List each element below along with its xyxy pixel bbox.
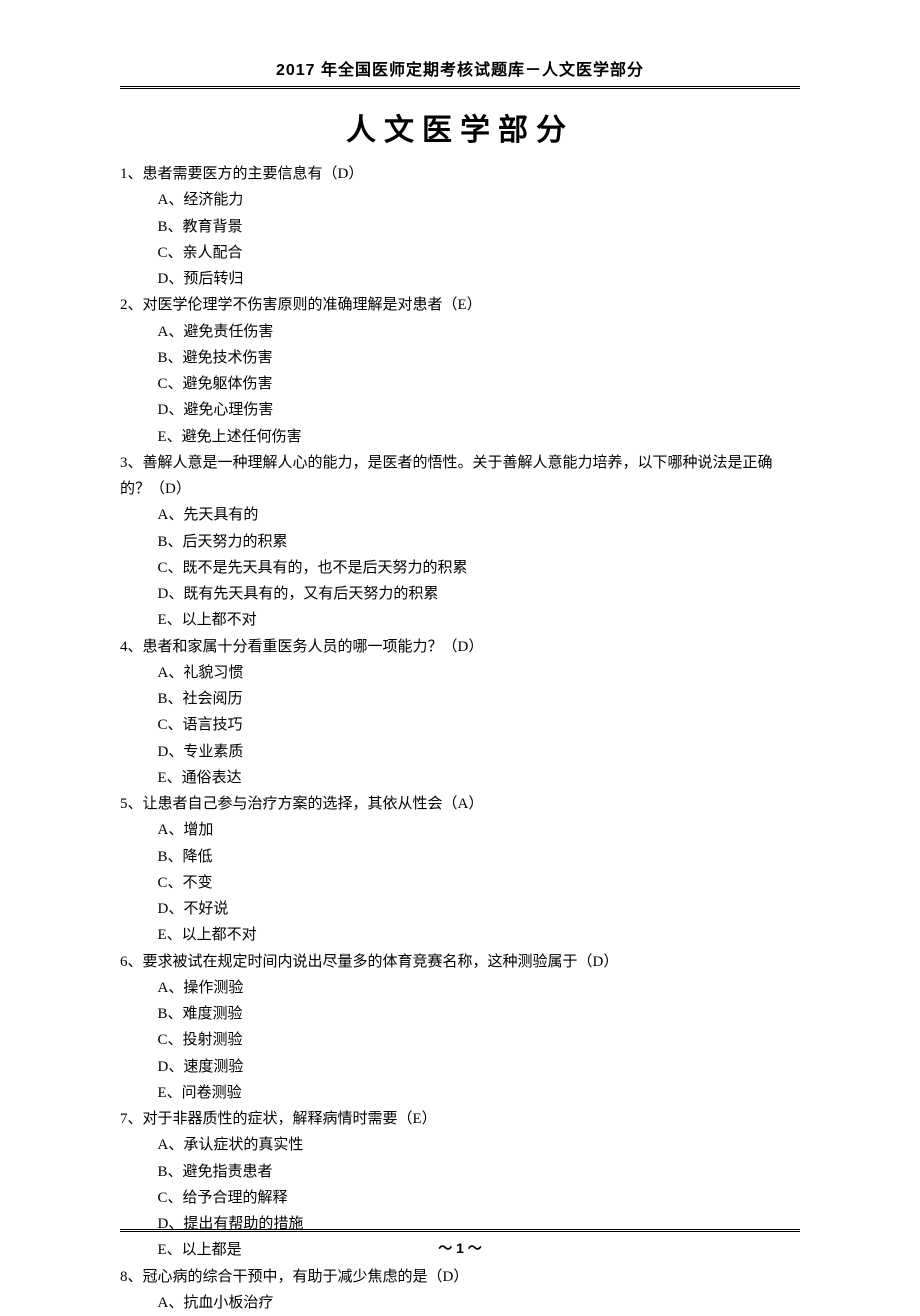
page-header: 2017 年全国医师定期考核试题库－人文医学部分 — [120, 56, 800, 89]
question-option: B、教育背景 — [158, 214, 801, 240]
question-option: C、既不是先天具有的，也不是后天努力的积累 — [158, 555, 801, 581]
question-option: B、避免指责患者 — [158, 1159, 801, 1185]
question-option: E、问卷测验 — [158, 1080, 801, 1106]
question-option: C、给予合理的解释 — [158, 1185, 801, 1211]
question-option: C、亲人配合 — [158, 240, 801, 266]
question-option: C、语言技巧 — [158, 712, 801, 738]
question-option: A、礼貌习惯 — [158, 660, 801, 686]
question-option: D、预后转归 — [158, 266, 801, 292]
question-option: C、避免躯体伤害 — [158, 371, 801, 397]
question-option: B、社会阅历 — [158, 686, 801, 712]
questions-container: 1、患者需要医方的主要信息有（D）A、经济能力B、教育背景C、亲人配合D、预后转… — [120, 161, 800, 1316]
question-option: E、以上都不对 — [158, 607, 801, 633]
question-option: B、降低 — [158, 844, 801, 870]
question-text: 3、善解人意是一种理解人心的能力，是医者的悟性。关于善解人意能力培养，以下哪种说… — [120, 450, 800, 503]
question-option: D、速度测验 — [158, 1054, 801, 1080]
question-option: A、先天具有的 — [158, 502, 801, 528]
question-option: D、不好说 — [158, 896, 801, 922]
question-option: A、操作测验 — [158, 975, 801, 1001]
question-option: E、通俗表达 — [158, 765, 801, 791]
page-title: 人文医学部分 — [120, 105, 800, 149]
question-option: A、避免责任伤害 — [158, 319, 801, 345]
question-text: 1、患者需要医方的主要信息有（D） — [120, 161, 800, 187]
question-option: A、抗血小板治疗 — [158, 1290, 801, 1316]
question-text: 7、对于非器质性的症状，解释病情时需要（E） — [120, 1106, 800, 1132]
question-option: B、后天努力的积累 — [158, 529, 801, 555]
question-text: 4、患者和家属十分看重医务人员的哪一项能力？（D） — [120, 634, 800, 660]
question-text: 5、让患者自己参与治疗方案的选择，其依从性会（A） — [120, 791, 800, 817]
question-text: 2、对医学伦理学不伤害原则的准确理解是对患者（E） — [120, 292, 800, 318]
question-option: A、经济能力 — [158, 187, 801, 213]
question-text: 8、冠心病的综合干预中，有助于减少焦虑的是（D） — [120, 1264, 800, 1290]
question-option: B、避免技术伤害 — [158, 345, 801, 371]
question-text: 6、要求被试在规定时间内说出尽量多的体育竞赛名称，这种测验属于（D） — [120, 949, 800, 975]
question-option: C、不变 — [158, 870, 801, 896]
question-option: D、专业素质 — [158, 739, 801, 765]
page-footer: ～ 1 ～ — [0, 1229, 920, 1258]
question-option: E、以上都不对 — [158, 922, 801, 948]
page-number: ～ 1 ～ — [438, 1240, 482, 1256]
question-option: C、投射测验 — [158, 1027, 801, 1053]
question-option: D、既有先天具有的，又有后天努力的积累 — [158, 581, 801, 607]
footer-divider — [120, 1229, 800, 1232]
question-option: A、承认症状的真实性 — [158, 1132, 801, 1158]
question-option: D、避免心理伤害 — [158, 397, 801, 423]
question-option: B、难度测验 — [158, 1001, 801, 1027]
question-option: E、避免上述任何伤害 — [158, 424, 801, 450]
question-option: A、增加 — [158, 817, 801, 843]
